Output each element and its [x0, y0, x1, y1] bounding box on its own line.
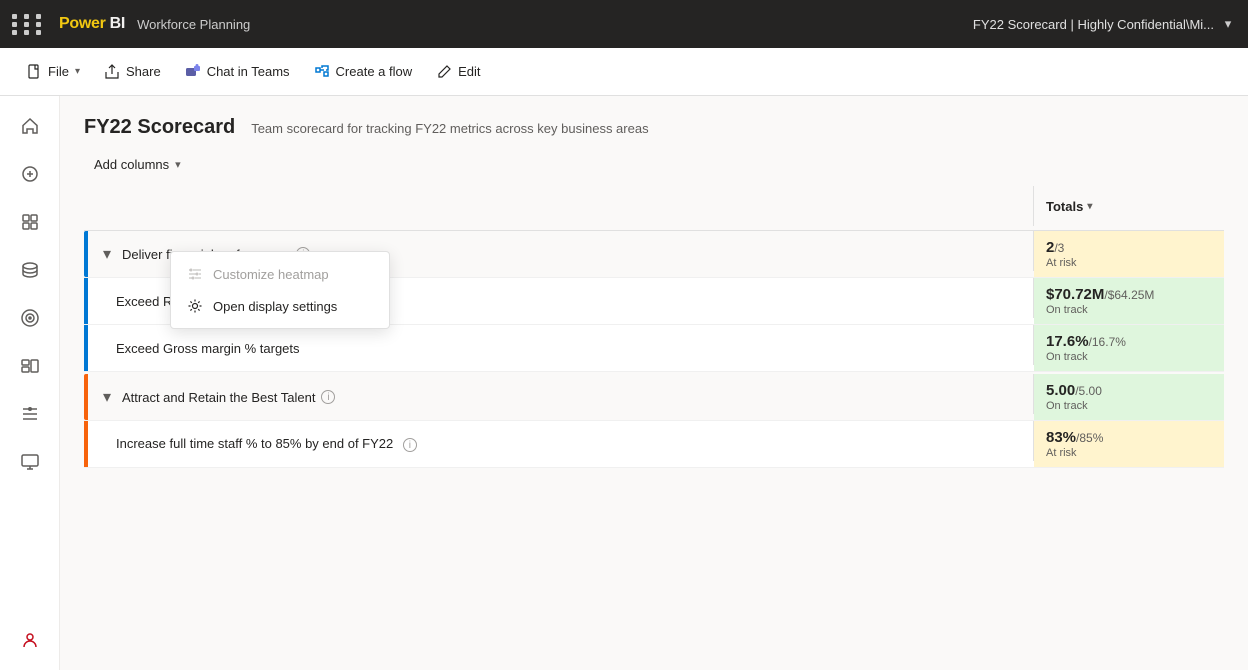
totals-value-financial: 2/3: [1046, 239, 1212, 256]
totals-chevron: ▾: [1087, 201, 1092, 212]
scorecard-title: FY22 Scorecard: [84, 116, 235, 139]
totals-status-financial: At risk: [1046, 257, 1212, 269]
scorecard-header: FY22 Scorecard Team scorecard for tracki…: [60, 96, 1248, 151]
group-label-talent: Attract and Retain the Best Talent i: [122, 390, 335, 405]
file-chevron[interactable]: ▾: [75, 66, 80, 77]
add-columns-chevron: ▾: [175, 158, 181, 171]
sidebar-item-apps[interactable]: [8, 392, 52, 436]
customize-heatmap-label: Customize heatmap: [213, 267, 329, 282]
share-label: Share: [126, 64, 161, 79]
totals-status-revenue: On track: [1046, 304, 1212, 316]
breadcrumb-text: FY22 Scorecard | Highly Confidential\Mi.…: [973, 17, 1214, 32]
top-bar-right: FY22 Scorecard | Highly Confidential\Mi.…: [973, 16, 1236, 32]
metric-row-gross-margin: Exceed Gross margin % targets 17.6%/16.7…: [84, 325, 1224, 372]
edit-button[interactable]: Edit: [426, 58, 490, 86]
totals-label: Totals: [1046, 199, 1083, 214]
top-bar: Power BI Workforce Planning FY22 Scoreca…: [0, 0, 1248, 48]
totals-status-fulltime: At risk: [1046, 447, 1212, 459]
totals-number-fulltime: 83%: [1046, 429, 1076, 446]
flow-icon: [314, 64, 330, 80]
sidebar-item-browse[interactable]: [8, 200, 52, 244]
dropdown-menu: Customize heatmap Open display settings: [170, 251, 390, 329]
sidebar-item-create[interactable]: [8, 152, 52, 196]
sidebar-item-data[interactable]: [8, 248, 52, 292]
totals-value-fulltime: 83%/85%: [1046, 429, 1212, 446]
totals-value-talent: 5.00/5.00: [1046, 382, 1212, 399]
create-flow-button[interactable]: Create a flow: [304, 58, 423, 86]
group-expand-financial[interactable]: ▾: [100, 247, 114, 261]
totals-fraction-talent: /5.00: [1075, 384, 1102, 398]
chat-teams-label: Chat in Teams: [207, 64, 290, 79]
totals-status-gross-margin: On track: [1046, 351, 1212, 363]
share-icon: [104, 64, 120, 80]
group-row-talent: ▾ Attract and Retain the Best Talent i 5…: [84, 374, 1224, 421]
metric-row-fulltime: Increase full time staff % to 85% by end…: [84, 421, 1224, 468]
totals-cell-financial: 2/3 At risk: [1034, 231, 1224, 277]
totals-fraction-gross-margin: /16.7%: [1089, 335, 1126, 349]
toolbar: File ▾ Share Chat in Teams Create a flow…: [0, 48, 1248, 96]
create-flow-label: Create a flow: [336, 64, 413, 79]
totals-number-revenue: $70.72M: [1046, 286, 1104, 303]
breadcrumb-chevron[interactable]: ▾: [1220, 16, 1236, 32]
totals-cell-talent: 5.00/5.00 On track: [1034, 374, 1224, 420]
chat-teams-button[interactable]: Chat in Teams: [175, 58, 300, 86]
customize-icon: [187, 266, 203, 282]
report-title: Workforce Planning: [137, 17, 250, 32]
scorecard-description: Team scorecard for tracking FY22 metrics…: [251, 121, 648, 136]
totals-fraction-revenue: /$64.25M: [1104, 288, 1154, 302]
totals-number-talent: 5.00: [1046, 382, 1075, 399]
sidebar-item-home[interactable]: [8, 104, 52, 148]
metric-label-fulltime: Increase full time staff % to 85% by end…: [116, 436, 417, 453]
sidebar: [0, 96, 60, 670]
info-icon-talent[interactable]: i: [321, 390, 335, 404]
sidebar-item-people[interactable]: [8, 618, 52, 662]
sidebar-item-dashboard[interactable]: [8, 344, 52, 388]
totals-cell-fulltime: 83%/85% At risk: [1034, 421, 1224, 467]
metric-content-gross-margin: Exceed Gross margin % targets: [88, 325, 1033, 371]
dropdown-item-display-settings[interactable]: Open display settings: [171, 290, 389, 322]
info-icon-fulltime[interactable]: i: [403, 438, 417, 452]
totals-fraction-financial: /3: [1054, 241, 1064, 255]
app-logo: Power BI: [59, 15, 125, 33]
totals-column-header[interactable]: Totals ▾: [1034, 191, 1224, 222]
sidebar-item-goals[interactable]: [8, 296, 52, 340]
totals-value-revenue: $70.72M/$64.25M: [1046, 286, 1212, 303]
edit-icon: [436, 64, 452, 80]
edit-label: Edit: [458, 64, 480, 79]
metric-label-gross-margin: Exceed Gross margin % targets: [116, 341, 300, 356]
totals-status-talent: On track: [1046, 400, 1212, 412]
content-area: FY22 Scorecard Team scorecard for tracki…: [60, 96, 1248, 670]
file-button[interactable]: File ▾: [16, 58, 90, 86]
display-settings-label: Open display settings: [213, 299, 337, 314]
add-columns-row: Add columns ▾ Customize heatmap: [60, 151, 1248, 186]
main-layout: FY22 Scorecard Team scorecard for tracki…: [0, 96, 1248, 670]
file-label: File: [48, 64, 69, 79]
column-header-row: Totals ▾: [84, 186, 1224, 231]
add-columns-label: Add columns: [94, 157, 169, 172]
sidebar-item-monitor[interactable]: [8, 440, 52, 484]
settings-icon: [187, 298, 203, 314]
totals-value-gross-margin: 17.6%/16.7%: [1046, 333, 1212, 350]
teams-icon: [185, 64, 201, 80]
group-label-text-talent: Attract and Retain the Best Talent: [122, 390, 315, 405]
share-button[interactable]: Share: [94, 58, 171, 86]
app-grid-icon[interactable]: [12, 14, 45, 35]
totals-cell-revenue: $70.72M/$64.25M On track: [1034, 278, 1224, 324]
group-content-talent: ▾ Attract and Retain the Best Talent i: [88, 374, 1033, 420]
totals-cell-gross-margin: 17.6%/16.7% On track: [1034, 325, 1224, 371]
file-icon: [26, 64, 42, 80]
totals-number-gross-margin: 17.6%: [1046, 333, 1089, 350]
dropdown-item-customize: Customize heatmap: [171, 258, 389, 290]
add-columns-button[interactable]: Add columns ▾: [84, 151, 191, 178]
group-expand-talent[interactable]: ▾: [100, 390, 114, 404]
totals-fraction-fulltime: /85%: [1076, 431, 1103, 445]
metric-content-fulltime: Increase full time staff % to 85% by end…: [88, 421, 1033, 467]
